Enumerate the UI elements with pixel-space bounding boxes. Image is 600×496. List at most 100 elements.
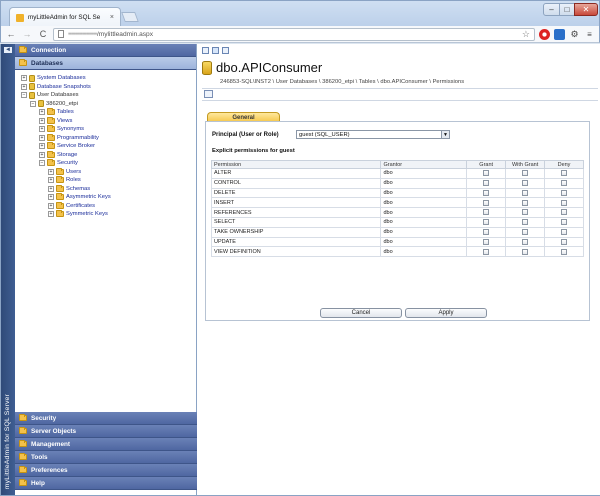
- expand-toggle-icon[interactable]: +: [48, 177, 54, 184]
- chevron-down-icon[interactable]: ▼: [441, 131, 449, 138]
- accordion-security[interactable]: Security: [15, 412, 197, 425]
- accordion-preferences[interactable]: Preferences: [15, 464, 197, 477]
- with-grant-checkbox[interactable]: [522, 199, 529, 206]
- tree-item-user-databases[interactable]: − User Databases: [15, 91, 197, 100]
- deny-checkbox[interactable]: [561, 219, 568, 226]
- export-icon[interactable]: [222, 47, 229, 54]
- accordion-tools[interactable]: Tools: [15, 451, 197, 464]
- expand-toggle-icon[interactable]: +: [21, 83, 27, 90]
- accordion-databases[interactable]: Databases: [15, 57, 196, 70]
- expand-toggle-icon[interactable]: +: [48, 211, 54, 218]
- folder-icon: [19, 479, 27, 486]
- tree-item-system-databases[interactable]: + System Databases: [15, 74, 197, 83]
- expand-toggle-icon[interactable]: +: [21, 75, 27, 82]
- screen-extension-icon[interactable]: [554, 28, 565, 40]
- accordion-server-objects[interactable]: Server Objects: [15, 425, 197, 438]
- grant-checkbox[interactable]: [483, 238, 490, 245]
- settings-gear-icon[interactable]: ⚙: [569, 29, 580, 40]
- permissions-toolbar-icon[interactable]: [204, 90, 213, 98]
- tree-item-views[interactable]: + Views: [15, 116, 197, 126]
- grant-checkbox[interactable]: [483, 189, 490, 196]
- tree-item-label: Symmetric Keys: [66, 211, 108, 218]
- principal-select[interactable]: guest (SQL_USER) ▼: [296, 130, 450, 139]
- expand-toggle-icon[interactable]: −: [30, 100, 36, 107]
- expand-toggle-icon[interactable]: +: [48, 168, 54, 175]
- with-grant-checkbox[interactable]: [522, 219, 529, 226]
- left-navigation-panel: Connection Databases + System Databases + Da…: [15, 44, 197, 495]
- expand-toggle-icon[interactable]: +: [48, 194, 54, 201]
- grant-checkbox[interactable]: [483, 248, 490, 255]
- with-grant-checkbox[interactable]: [522, 209, 529, 216]
- deny-checkbox[interactable]: [561, 170, 568, 177]
- accordion-help[interactable]: Help: [15, 477, 197, 490]
- grant-checkbox[interactable]: [483, 228, 490, 235]
- with-grant-checkbox[interactable]: [522, 238, 529, 245]
- with-grant-checkbox[interactable]: [522, 170, 529, 177]
- grantor-cell: dbo: [380, 207, 468, 218]
- tree-item-programmability[interactable]: + Programmability: [15, 133, 197, 143]
- expand-toggle-icon[interactable]: +: [39, 151, 45, 158]
- expand-toggle-icon[interactable]: +: [39, 117, 45, 124]
- new-tab-button[interactable]: [121, 12, 139, 22]
- expand-toggle-icon[interactable]: +: [39, 143, 45, 150]
- grant-checkbox[interactable]: [483, 219, 490, 226]
- tree-item-roles[interactable]: + Roles: [15, 176, 197, 185]
- expand-toggle-icon[interactable]: +: [48, 202, 54, 209]
- tree-item-label: Users: [66, 168, 82, 175]
- tree-item-storage[interactable]: + Storage: [15, 150, 197, 160]
- refresh-icon[interactable]: [202, 47, 209, 54]
- grant-checkbox[interactable]: [483, 209, 490, 216]
- back-button[interactable]: ←: [5, 28, 17, 40]
- accordion-connection[interactable]: Connection: [15, 44, 196, 57]
- expand-toggle-icon[interactable]: +: [39, 109, 45, 116]
- deny-checkbox[interactable]: [561, 209, 568, 216]
- expand-toggle-icon[interactable]: +: [48, 185, 54, 192]
- accordion-management[interactable]: Management: [15, 438, 197, 451]
- grant-checkbox[interactable]: [483, 170, 490, 177]
- grant-checkbox[interactable]: [483, 179, 490, 186]
- deny-checkbox[interactable]: [561, 228, 568, 235]
- expand-toggle-icon[interactable]: +: [39, 126, 45, 133]
- tree-item-security[interactable]: − Security: [15, 159, 197, 168]
- deny-checkbox[interactable]: [561, 189, 568, 196]
- deny-checkbox[interactable]: [561, 248, 568, 255]
- bookmark-star-icon[interactable]: ☆: [522, 29, 530, 40]
- reload-button[interactable]: C: [37, 28, 49, 40]
- grant-checkbox[interactable]: [483, 199, 490, 206]
- forward-button[interactable]: →: [21, 28, 33, 40]
- address-bar[interactable]: ••••••••••••••••/mylittleadmin.aspx ☆: [53, 27, 535, 41]
- with-grant-checkbox[interactable]: [522, 248, 529, 255]
- deny-checkbox[interactable]: [561, 199, 568, 206]
- expand-toggle-icon[interactable]: −: [39, 160, 45, 167]
- tree-item-asymmetric-keys[interactable]: + Asymmetric Keys: [15, 193, 197, 202]
- tree-item-users[interactable]: + Users: [15, 167, 197, 177]
- tree-item-service-broker[interactable]: + Service Broker: [15, 142, 197, 151]
- browser-menu-icon[interactable]: ≡: [584, 29, 595, 40]
- tree-item-symmetric-keys[interactable]: + Symmetric Keys: [15, 210, 197, 219]
- expand-toggle-icon[interactable]: +: [39, 134, 45, 141]
- collapse-panel-icon[interactable]: ◄: [4, 47, 12, 53]
- minimize-button[interactable]: –: [543, 3, 560, 16]
- tab-close-icon[interactable]: ×: [110, 14, 114, 21]
- maximize-button[interactable]: □: [559, 3, 575, 16]
- close-window-button[interactable]: ✕: [574, 3, 598, 16]
- tree-item-database-snapshots[interactable]: + Database Snapshots: [15, 83, 197, 92]
- deny-checkbox[interactable]: [561, 238, 568, 245]
- browser-tab[interactable]: myLittleAdmin for SQL Se ×: [9, 7, 121, 27]
- with-grant-checkbox[interactable]: [522, 228, 529, 235]
- tree-item-certificates[interactable]: + Certificates: [15, 201, 197, 211]
- deny-checkbox[interactable]: [561, 179, 568, 186]
- accordion-label: Databases: [31, 59, 63, 67]
- with-grant-checkbox[interactable]: [522, 189, 529, 196]
- tree-item-synonyms[interactable]: + Synonyms: [15, 125, 197, 134]
- tree-item-tables[interactable]: + Tables: [15, 108, 197, 117]
- adblock-extension-icon[interactable]: [539, 28, 550, 40]
- expand-toggle-icon[interactable]: −: [21, 92, 27, 99]
- apply-button[interactable]: Apply: [405, 308, 487, 318]
- tree-item-schemas[interactable]: + Schemas: [15, 184, 197, 194]
- cancel-button[interactable]: Cancel: [320, 308, 402, 318]
- tree-item-label: Service Broker: [57, 143, 96, 150]
- tree-item-386200-etpi[interactable]: − 386200_etpi: [15, 100, 197, 109]
- with-grant-checkbox[interactable]: [522, 179, 529, 186]
- properties-icon[interactable]: [212, 47, 219, 54]
